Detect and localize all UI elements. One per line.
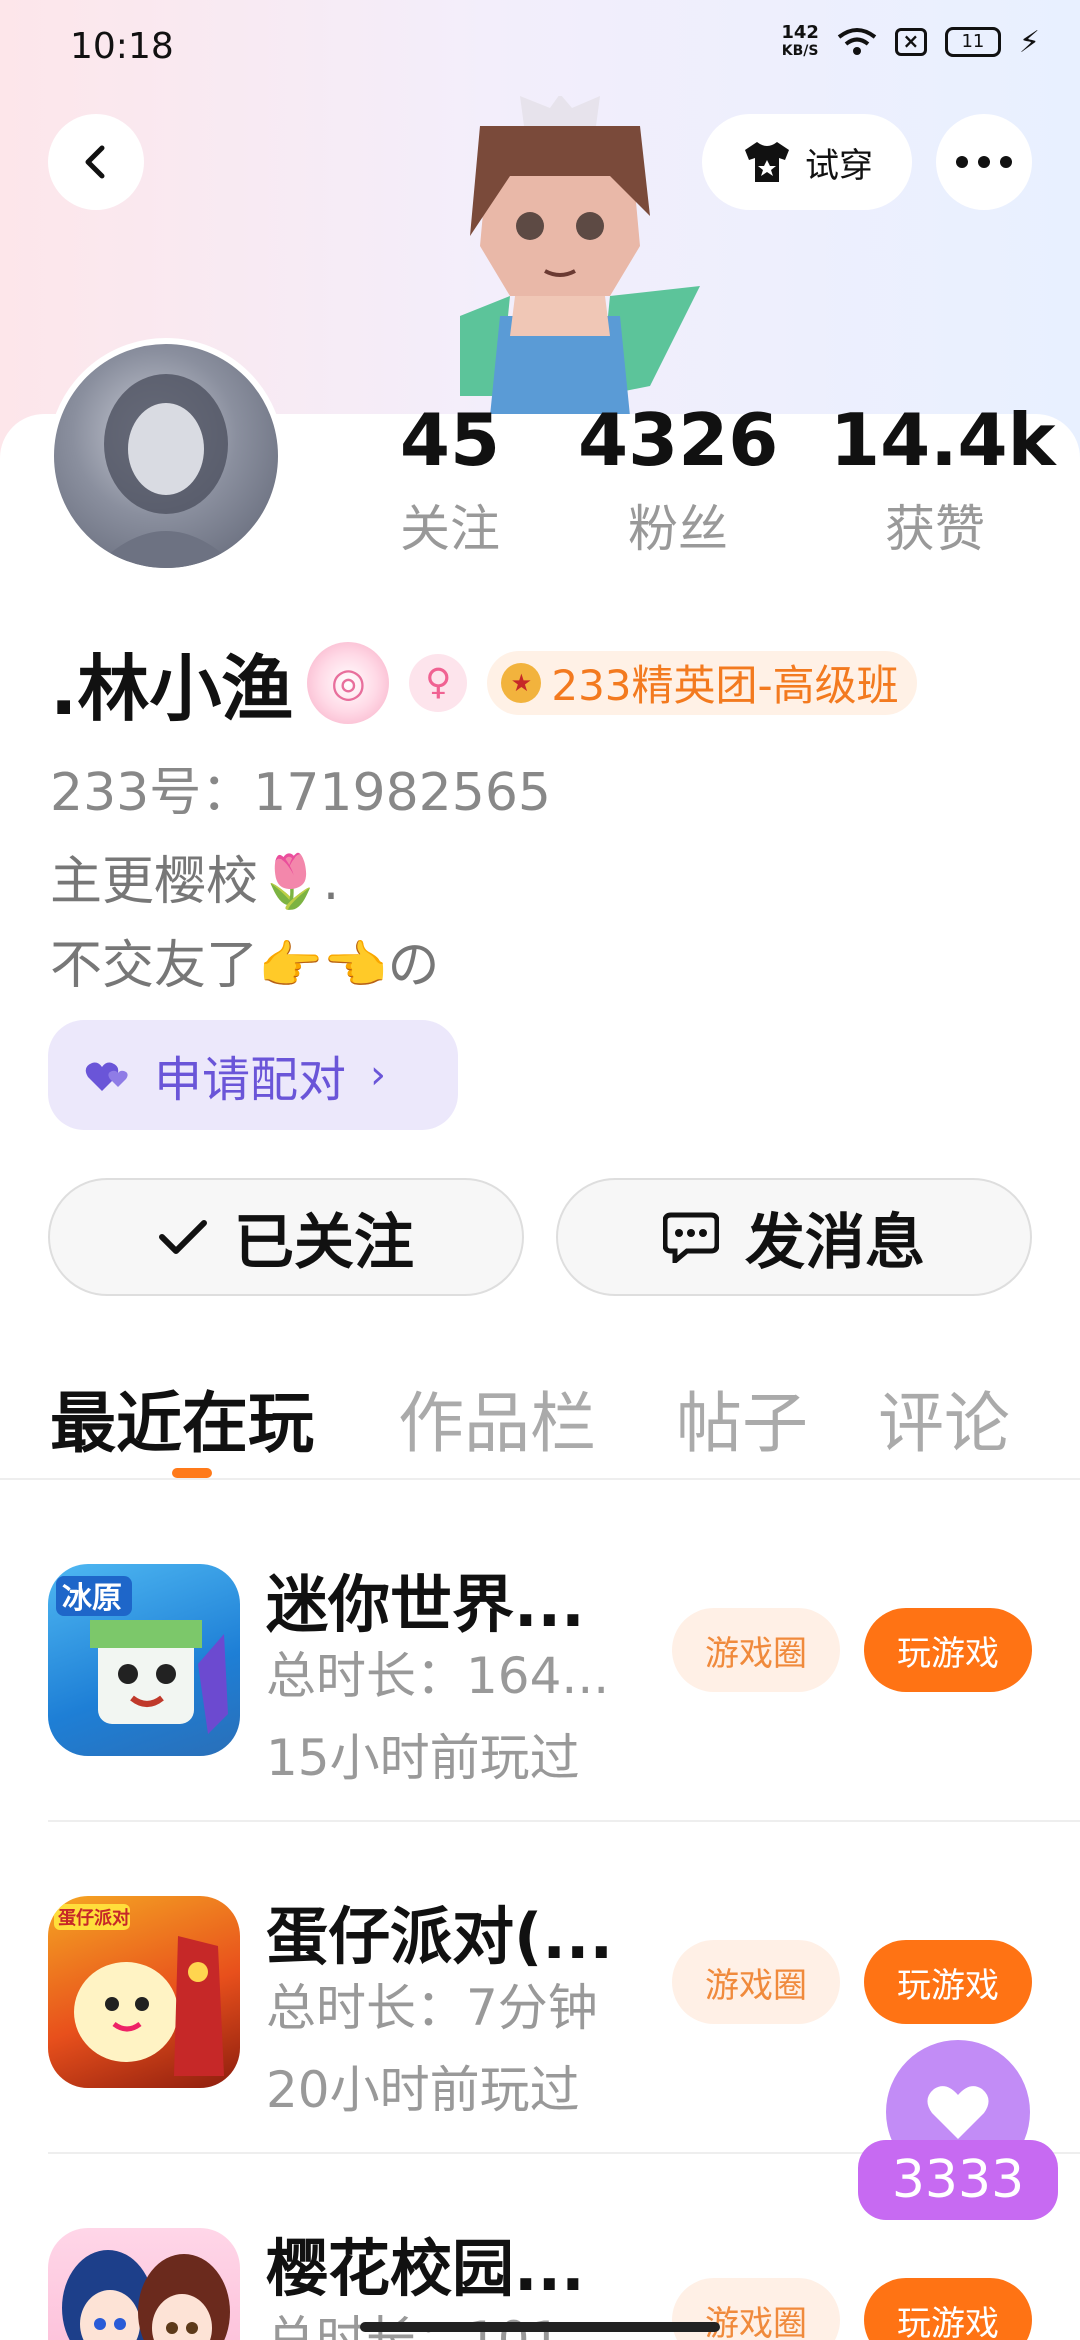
game-icon-mini-world: 冰原 bbox=[48, 1564, 240, 1756]
user-name: .林小渔 bbox=[50, 647, 294, 731]
hearts-icon bbox=[85, 1062, 128, 1091]
avatar[interactable] bbox=[48, 338, 284, 574]
game-circle-button[interactable]: 游戏圈 bbox=[672, 1940, 840, 2024]
status-time: 10:18 bbox=[70, 26, 174, 67]
game-duration: 总时长：7分钟 bbox=[266, 1979, 598, 2037]
list-divider bbox=[48, 1820, 1080, 1822]
game-list-item[interactable]: 冰原 迷你世界... 总时长：164... 15小时前玩过 游戏圈 玩游戏 bbox=[0, 1500, 1080, 1832]
chevron-left-icon bbox=[85, 145, 105, 179]
charging-icon: ⚡ bbox=[1018, 24, 1040, 60]
user-id: 233号：171982565 bbox=[50, 763, 552, 823]
tab-posts[interactable]: 帖子 bbox=[676, 1370, 808, 1466]
followed-label: 已关注 bbox=[234, 1207, 414, 1278]
stat-followers[interactable]: 4326 粉丝 bbox=[578, 400, 778, 564]
heart-icon bbox=[927, 2086, 989, 2139]
game-title: 蛋仔派对(... bbox=[266, 1900, 613, 1973]
game-title: 樱花校园... bbox=[266, 2232, 585, 2305]
avatar-3d-figure[interactable] bbox=[400, 96, 720, 416]
group-badge[interactable]: ★ 233精英团-高级班 bbox=[487, 650, 917, 715]
pair-request-label: 申请配对 bbox=[154, 1052, 347, 1108]
game-title: 迷你世界... bbox=[266, 1568, 585, 1641]
more-dots-icon bbox=[956, 156, 1012, 168]
send-message-label: 发消息 bbox=[745, 1207, 925, 1278]
tabs-divider bbox=[0, 1478, 1080, 1480]
game-duration: 总时长：101... bbox=[266, 2311, 610, 2340]
followed-button[interactable]: 已关注 bbox=[48, 1178, 524, 1296]
tab-recently-played[interactable]: 最近在玩 bbox=[50, 1370, 314, 1466]
try-on-button[interactable]: 试穿 bbox=[702, 114, 912, 210]
game-last-played: 20小时前玩过 bbox=[266, 2061, 580, 2119]
network-speed: 142 KB/S bbox=[781, 22, 819, 60]
play-game-button[interactable]: 玩游戏 bbox=[864, 1608, 1032, 1692]
chevron-right-icon: › bbox=[370, 1052, 387, 1098]
play-game-button[interactable]: 玩游戏 bbox=[864, 2278, 1032, 2340]
shirt-icon bbox=[745, 142, 789, 182]
more-button[interactable] bbox=[936, 114, 1032, 210]
female-icon: ♀ bbox=[409, 653, 468, 712]
candy-badge-icon[interactable]: ◎ bbox=[307, 641, 390, 724]
play-game-button[interactable]: 玩游戏 bbox=[864, 1940, 1032, 2024]
sim-off-icon: × bbox=[894, 28, 927, 56]
group-badge-label: 233精英团-高级班 bbox=[551, 661, 899, 710]
tab-comments[interactable]: 评论 bbox=[878, 1370, 1010, 1466]
name-row: .林小渔 ◎ ♀ ★ 233精英团-高级班 bbox=[50, 630, 917, 735]
pair-request-button[interactable]: 申请配对 › bbox=[48, 1020, 458, 1130]
avatar-image bbox=[94, 374, 238, 568]
profile-tabs: 最近在玩 作品栏 帖子 评论 bbox=[0, 1370, 1080, 1480]
stat-likes[interactable]: 14.4k 获赞 bbox=[830, 400, 1056, 564]
send-message-button[interactable]: 发消息 bbox=[556, 1178, 1032, 1296]
status-icons: 142 KB/S × 11 ⚡ bbox=[781, 24, 1040, 60]
stat-following[interactable]: 45 关注 bbox=[380, 400, 520, 564]
like-count: 3333 bbox=[858, 2140, 1058, 2220]
chat-bubble-icon bbox=[663, 1212, 719, 1263]
game-circle-button[interactable]: 游戏圈 bbox=[672, 1608, 840, 1692]
game-icon-eggy-party: 蛋仔派对 bbox=[48, 1896, 240, 2088]
bio-line-2: 不交友了👉👈の bbox=[50, 936, 440, 996]
game-duration: 总时长：164... bbox=[266, 1647, 610, 1705]
check-icon bbox=[159, 1220, 207, 1254]
like-floating-button[interactable]: 3333 bbox=[858, 2040, 1058, 2230]
svg-text:蛋仔派对: 蛋仔派对 bbox=[58, 1907, 130, 1929]
bio: 主更樱校🌷. 不交友了👉👈の bbox=[50, 840, 440, 1008]
game-icon-sakura-school bbox=[48, 2228, 240, 2340]
emblem-icon: ★ bbox=[501, 662, 542, 703]
battery-icon: 11 bbox=[944, 27, 1001, 57]
try-on-label: 试穿 bbox=[805, 145, 873, 186]
svg-text:冰原: 冰原 bbox=[62, 1581, 122, 1616]
tab-indicator bbox=[172, 1468, 212, 1478]
home-indicator[interactable] bbox=[360, 2322, 720, 2332]
back-button[interactable] bbox=[48, 114, 144, 210]
game-last-played: 15小时前玩过 bbox=[266, 1729, 580, 1787]
status-bar: 10:18 142 KB/S × 11 ⚡ bbox=[0, 0, 1080, 96]
wifi-icon bbox=[837, 28, 877, 55]
bio-line-1: 主更樱校🌷. bbox=[50, 852, 340, 912]
tab-works[interactable]: 作品栏 bbox=[398, 1370, 596, 1466]
